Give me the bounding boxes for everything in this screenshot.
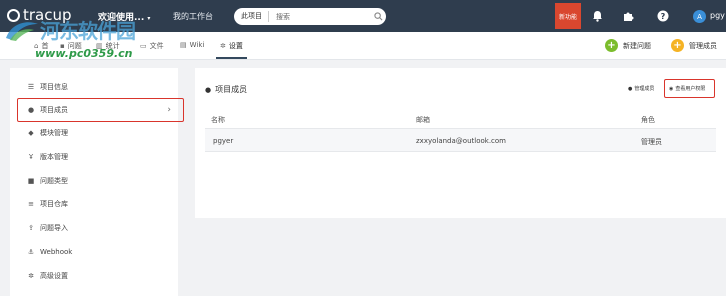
column-header-email: 邮箱 — [416, 116, 430, 124]
cube-icon: ◆ — [28, 129, 34, 137]
watermark-han-text: 河东软件园 — [40, 19, 136, 43]
search-scope[interactable]: 此项目 — [234, 11, 269, 22]
sidebar-item-project-info[interactable]: ☰ 项目信息 — [10, 75, 178, 99]
search-box[interactable]: 此项目 搜索 — [234, 8, 386, 25]
settings-sidebar: ☰ 项目信息 ● 项目成员 › ◆ 模块管理 Ұ 版本管理 ■ 问题类型 ≡ 项… — [10, 68, 184, 296]
sidebar-item-advanced[interactable]: ✲ 高级设置 — [10, 264, 178, 288]
bookmark-icon: ■ — [27, 177, 35, 185]
user-icon: ● — [628, 85, 633, 92]
user-icon: ● — [27, 106, 35, 114]
member-name: pgyer — [213, 137, 234, 145]
sidebar-item-issue-types[interactable]: ■ 问题类型 — [10, 169, 178, 193]
view-permissions-button[interactable]: ◉ 查看用户权限 — [669, 85, 705, 93]
gear-icon: ✲ — [220, 42, 226, 50]
tab-files[interactable]: ▭ 文件 — [140, 41, 164, 51]
avatar-icon: A — [697, 12, 702, 21]
upload-icon: ⇪ — [28, 224, 34, 232]
database-icon: ≡ — [28, 200, 34, 208]
member-email: zxxyolanda@outlook.com — [416, 137, 506, 145]
member-role: 管理员 — [641, 138, 662, 146]
my-workbench-link[interactable]: 我的工作台 — [173, 11, 213, 22]
new-issue-button[interactable]: + 新建问题 — [605, 39, 651, 52]
new-feature-button[interactable]: 新功能 — [555, 3, 581, 29]
help-icon[interactable]: ? — [656, 9, 670, 23]
manage-members-mini-button[interactable]: ● 管理成员 — [628, 85, 654, 93]
manage-members-button[interactable]: + 管理成员 — [671, 39, 717, 52]
watermark-url: www.pc0359.cn — [35, 47, 133, 60]
sidebar-item-issue-import[interactable]: ⇪ 问题导入 — [10, 216, 178, 240]
active-tab-indicator — [216, 57, 247, 59]
column-header-role: 角色 — [641, 116, 655, 124]
watermark-logo — [6, 22, 38, 41]
table-row[interactable]: pgyer zxxyolanda@outlook.com 管理员 — [205, 128, 716, 152]
search-icon[interactable] — [370, 12, 386, 21]
plus-icon: + — [605, 39, 618, 52]
sidebar-item-modules[interactable]: ◆ 模块管理 — [10, 121, 178, 145]
branch-icon: Ұ — [28, 153, 34, 161]
list-icon: ☰ — [27, 83, 35, 91]
plus-icon: + — [671, 39, 684, 52]
eye-icon: ◉ — [669, 85, 674, 92]
anchor-icon: ⚓ — [27, 248, 35, 256]
sidebar-item-webhook[interactable]: ⚓ Webhook — [10, 240, 178, 264]
search-input[interactable]: 搜索 — [269, 12, 370, 22]
sidebar-item-versions[interactable]: Ұ 版本管理 — [10, 145, 178, 169]
column-header-name: 名称 — [211, 116, 225, 124]
members-panel: ● 项目成员 ● 管理成员 ◉ 查看用户权限 名称 邮箱 角色 pgyer zx… — [195, 68, 726, 218]
tab-wiki[interactable]: ▤ Wiki — [180, 41, 204, 49]
tab-settings[interactable]: ✲ 设置 — [220, 41, 243, 51]
panel-title: ● 项目成员 — [205, 85, 248, 94]
caret-down-icon: ▾ — [147, 15, 151, 22]
wiki-icon: ▤ — [180, 41, 187, 49]
chevron-right-icon: › — [167, 105, 171, 115]
svg-text:?: ? — [661, 12, 666, 21]
sidebar-item-repository[interactable]: ≡ 项目仓库 — [10, 192, 178, 216]
gear-icon: ✲ — [28, 272, 34, 280]
user-avatar[interactable]: A — [693, 10, 706, 23]
file-icon: ▭ — [140, 42, 147, 50]
user-icon: ● — [205, 85, 212, 94]
username[interactable]: pgy — [710, 11, 725, 20]
sidebar-item-members[interactable]: ● 项目成员 › — [17, 98, 184, 122]
bell-icon[interactable] — [590, 9, 604, 23]
puzzle-icon[interactable] — [621, 9, 635, 23]
